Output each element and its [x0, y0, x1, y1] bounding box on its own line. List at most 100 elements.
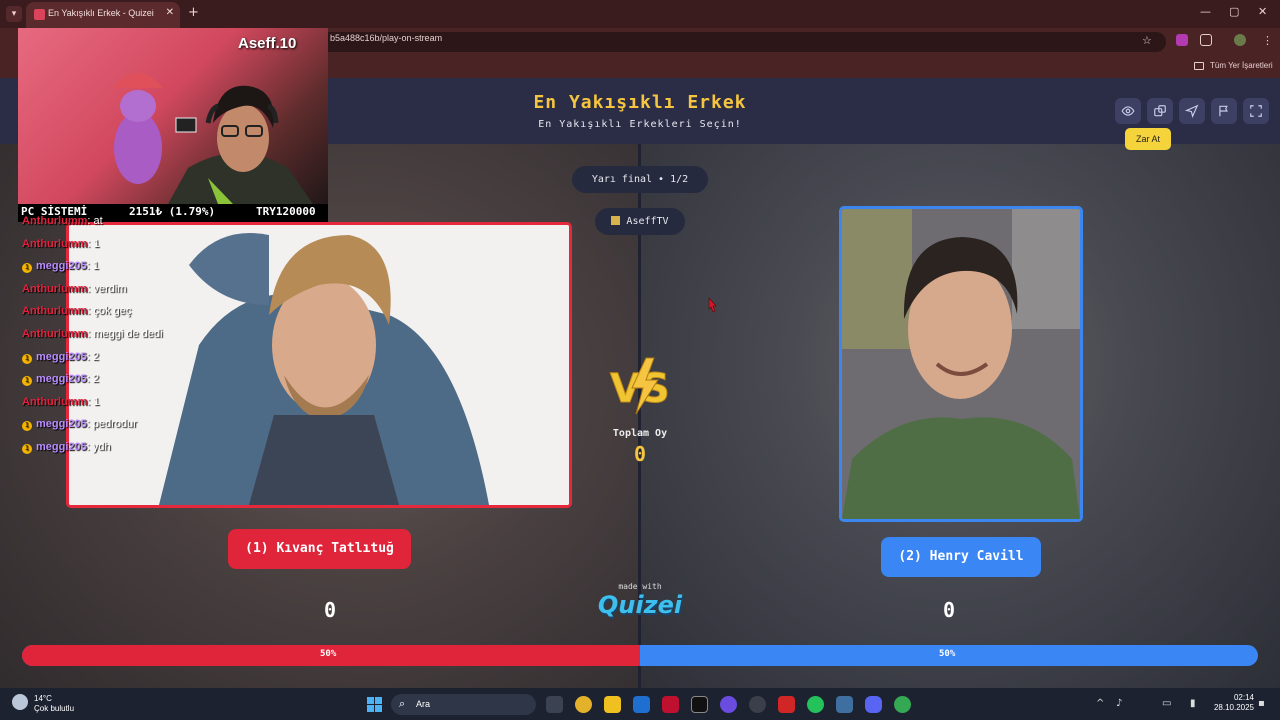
- chat-username: meggi205: [36, 350, 87, 363]
- eye-icon: [1121, 106, 1135, 116]
- vs-icon: VS: [610, 357, 670, 415]
- chat-message: Anthurlumm: 1: [22, 396, 100, 408]
- volume-icon[interactable]: ♪: [1116, 698, 1122, 709]
- chat-text: : 1: [87, 395, 100, 408]
- app-circle-icon[interactable]: [720, 696, 737, 713]
- chat-text: : çok geç: [87, 305, 132, 318]
- chat-message: 1 meggi205: ydh: [22, 441, 111, 454]
- chat-username: Anthurlumm: [22, 215, 88, 227]
- task-view-icon[interactable]: [546, 696, 563, 713]
- chrome-icon[interactable]: [575, 696, 592, 713]
- profile-avatar[interactable]: [1234, 34, 1246, 46]
- chat-message: 1 meggi205: 2: [22, 373, 99, 387]
- chat-message: 1 meggi205: 2: [22, 351, 99, 364]
- puzzle-icon[interactable]: [1200, 34, 1212, 46]
- minimize-icon[interactable]: —: [1200, 5, 1211, 18]
- fullscreen-icon: [1250, 105, 1262, 117]
- browser-tab-bar: ▾ En Yakışıklı Erkek - Quizei ✕ + — ▢ ✕: [0, 0, 1280, 28]
- tab-close-icon[interactable]: ✕: [166, 7, 174, 18]
- steam-icon[interactable]: [749, 696, 766, 713]
- tray-chevron-icon[interactable]: ^: [1096, 698, 1104, 709]
- url-text[interactable]: b5a488c16b/play-on-stream: [330, 33, 442, 43]
- chat-message: Anthurlumm: 1: [22, 238, 100, 250]
- fullscreen-button[interactable]: [1243, 98, 1269, 124]
- chat-username: Anthurlumm: [22, 237, 88, 250]
- contestant-right-card[interactable]: [839, 206, 1083, 522]
- streamer-icon: [611, 216, 621, 225]
- chat-username: meggi205: [36, 418, 87, 431]
- kebab-menu-icon[interactable]: ⋮: [1262, 34, 1273, 47]
- weather-desc: Çok bulutlu: [34, 704, 75, 713]
- round-indicator: Yarı final • 1/2: [572, 166, 708, 193]
- chat-username: meggi205: [36, 373, 87, 386]
- chat-text: : 1: [86, 260, 99, 273]
- webcam-streamer-name: Aseff.10: [238, 35, 297, 52]
- send-button[interactable]: [1179, 98, 1205, 124]
- weather-widget[interactable]: 14°C Çok bulutlu: [34, 694, 74, 714]
- vote-right-button[interactable]: (2) Henry Cavill: [881, 537, 1041, 577]
- chrome-profile-icon[interactable]: [894, 696, 911, 713]
- streamer-name: AseffTV: [626, 216, 669, 227]
- chat-username: Anthurlumm: [22, 282, 88, 295]
- bookmark-star-icon[interactable]: ☆: [1142, 34, 1152, 47]
- file-explorer-icon[interactable]: [604, 696, 621, 713]
- weather-temp: 14°C: [34, 694, 52, 703]
- tab-search-menu-icon[interactable]: ▾: [6, 6, 22, 22]
- taskbar-clock[interactable]: 02:14 28.10.2025: [1210, 693, 1254, 713]
- chat-text: : ydh: [86, 441, 111, 453]
- taskbar-search[interactable]: [391, 694, 536, 715]
- chat-message: Anthurlumm: verdim: [22, 283, 127, 295]
- contestant-right-photo: [842, 209, 1080, 519]
- notification-icon[interactable]: ▪: [1258, 698, 1265, 709]
- network-icon[interactable]: ▭: [1162, 698, 1171, 709]
- windows-start-icon[interactable]: [367, 697, 382, 712]
- quizei-logo[interactable]: Quizei: [590, 591, 690, 619]
- clock-date: 28.10.2025: [1213, 703, 1254, 712]
- streamer-badge: AseffTV: [595, 208, 685, 235]
- chat-username: meggi205: [36, 260, 87, 273]
- extension-icon[interactable]: [1176, 34, 1188, 46]
- streaming-app-icon[interactable]: [778, 696, 795, 713]
- chat-message: 1 meggi205: 1: [22, 260, 99, 274]
- all-bookmarks-link[interactable]: Tüm Yer İşaretleri: [1210, 61, 1273, 70]
- chat-text: : pedrodur: [86, 418, 137, 431]
- folder-icon: [1194, 62, 1204, 70]
- chat-text: : 2: [86, 373, 99, 386]
- discord-icon[interactable]: [865, 696, 882, 713]
- quizei-favicon-icon: [34, 9, 45, 20]
- flag-button[interactable]: [1211, 98, 1237, 124]
- taskbar-search-label: Ara: [416, 699, 431, 709]
- chat-message: 1 meggi205: pedrodur: [22, 418, 137, 432]
- chat-username: Anthurlumm: [22, 328, 88, 340]
- right-percent: 50%: [939, 649, 956, 659]
- chat-text: : 2: [86, 350, 99, 363]
- browser-tab[interactable]: En Yakışıklı Erkek - Quizei ✕: [26, 2, 180, 28]
- send-icon: [1184, 104, 1199, 119]
- battery-icon[interactable]: ▮: [1190, 698, 1196, 709]
- close-window-icon[interactable]: ✕: [1258, 5, 1267, 18]
- left-percent: 50%: [320, 649, 337, 659]
- chat-text: : verdim: [87, 282, 127, 295]
- network-app-icon[interactable]: [836, 696, 853, 713]
- app-h-icon[interactable]: [662, 696, 679, 713]
- right-score: 0: [942, 598, 956, 622]
- tab-title: En Yakışıklı Erkek - Quizei: [48, 8, 154, 18]
- sub-badge-icon: 1: [22, 263, 32, 274]
- clock-time: 02:14: [1233, 693, 1254, 702]
- chat-text: : at: [87, 215, 103, 227]
- x-app-icon[interactable]: [691, 696, 708, 713]
- vote-left-button[interactable]: (1) Kıvanç Tatlıtuğ: [228, 529, 411, 569]
- weather-icon[interactable]: [12, 694, 28, 710]
- restore-icon[interactable]: ▢: [1229, 5, 1239, 18]
- sub-badge-icon: 1: [22, 353, 32, 364]
- contestant-left-card[interactable]: [66, 222, 572, 508]
- webcam-overlay: Aseff.10: [18, 28, 328, 204]
- whatsapp-icon[interactable]: [807, 696, 824, 713]
- eye-button[interactable]: [1115, 98, 1141, 124]
- outlook-icon[interactable]: [633, 696, 650, 713]
- chat-message: Anthurlumm: meggi de dedi: [22, 328, 163, 340]
- webcam-image: [113, 73, 313, 204]
- vote-progress-bar: 50% 50%: [22, 645, 1258, 666]
- new-tab-button[interactable]: +: [188, 5, 199, 20]
- dice-button[interactable]: [1147, 98, 1173, 124]
